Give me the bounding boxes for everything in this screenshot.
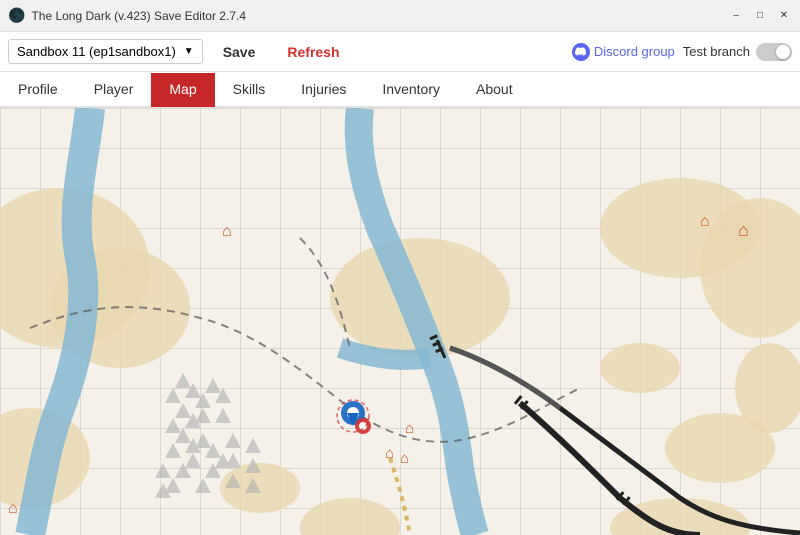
map-container[interactable]: ⌂ ⌂ ⌂ ⌂ ⌂ ⌂ ⌂ xyxy=(0,108,800,535)
discord-icon xyxy=(572,43,590,61)
map-svg: ⌂ ⌂ ⌂ ⌂ ⌂ ⌂ ⌂ xyxy=(0,108,800,535)
toolbar: Sandbox 11 (ep1sandbox1) ▼ Save Refresh … xyxy=(0,32,800,72)
window-controls: – □ ✕ xyxy=(728,8,792,24)
branch-toggle-switch[interactable] xyxy=(756,43,792,61)
svg-text:⌂: ⌂ xyxy=(222,223,232,240)
minimize-button[interactable]: – xyxy=(728,8,744,24)
svg-text:⌂: ⌂ xyxy=(700,213,710,230)
maximize-button[interactable]: □ xyxy=(752,8,768,24)
svg-text:⌂: ⌂ xyxy=(738,220,749,240)
test-branch-toggle[interactable]: Test branch xyxy=(683,43,792,61)
test-branch-label: Test branch xyxy=(683,44,750,59)
svg-text:⌂: ⌂ xyxy=(385,445,394,462)
tab-player[interactable]: Player xyxy=(76,73,152,107)
refresh-button[interactable]: Refresh xyxy=(275,40,351,64)
toggle-knob xyxy=(776,45,790,59)
tab-about[interactable]: About xyxy=(458,73,531,107)
discord-link[interactable]: Discord group xyxy=(572,43,675,61)
svg-text:⌂: ⌂ xyxy=(8,500,18,517)
chevron-down-icon: ▼ xyxy=(184,46,194,57)
tab-inventory[interactable]: Inventory xyxy=(364,73,458,107)
tab-injuries[interactable]: Injuries xyxy=(283,73,364,107)
save-button[interactable]: Save xyxy=(211,40,268,64)
titlebar-left: 🌑 The Long Dark (v.423) Save Editor 2.7.… xyxy=(8,7,246,24)
tab-bar: Profile Player Map Skills Injuries Inven… xyxy=(0,72,800,108)
discord-label: Discord group xyxy=(594,44,675,59)
svg-text:⌂: ⌂ xyxy=(400,450,409,467)
titlebar: 🌑 The Long Dark (v.423) Save Editor 2.7.… xyxy=(0,0,800,32)
svg-text:⌂: ⌂ xyxy=(405,420,414,437)
app-icon: 🌑 xyxy=(8,7,25,24)
app-title: The Long Dark (v.423) Save Editor 2.7.4 xyxy=(31,9,246,23)
sandbox-value: Sandbox 11 (ep1sandbox1) xyxy=(17,44,176,59)
sandbox-select[interactable]: Sandbox 11 (ep1sandbox1) ▼ xyxy=(8,39,203,64)
tab-skills[interactable]: Skills xyxy=(215,73,284,107)
close-button[interactable]: ✕ xyxy=(776,8,792,24)
tab-profile[interactable]: Profile xyxy=(0,73,76,107)
tab-map[interactable]: Map xyxy=(151,73,214,107)
